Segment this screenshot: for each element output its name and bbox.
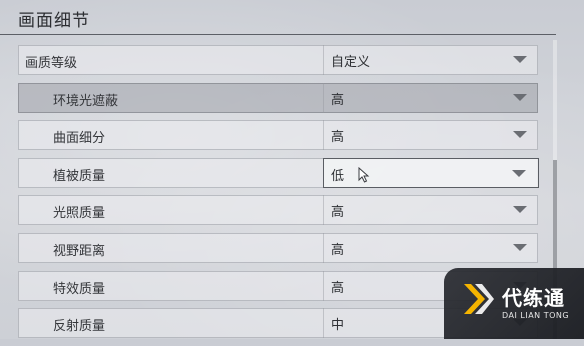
dropdown-value: 高 (331, 242, 345, 258)
chevron-down-icon[interactable] (512, 169, 526, 177)
chevron-down-icon[interactable] (513, 206, 527, 214)
tessellation-dropdown[interactable]: 高 (323, 120, 539, 151)
dropdown-value: 高 (331, 130, 345, 146)
setting-label: 曲面细分 (53, 131, 106, 147)
lighting-quality-dropdown[interactable]: 高 (323, 195, 539, 226)
chevron-down-icon[interactable] (513, 131, 527, 139)
view-distance-dropdown[interactable]: 高 (323, 232, 539, 263)
setting-label: 环境光遮蔽 (53, 93, 119, 109)
setting-row-vegetation-quality: 植被质量 低 (18, 157, 539, 188)
dailiantong-logo-icon (464, 284, 494, 314)
setting-label: 特效质量 (53, 281, 106, 297)
watermark-name-cn: 代练通 (502, 286, 565, 310)
setting-label: 反射质量 (53, 319, 106, 335)
dropdown-value: 中 (331, 318, 345, 334)
setting-label: 植被质量 (53, 168, 106, 184)
mouse-cursor-icon (358, 166, 370, 183)
setting-row-ambient-occlusion: 环境光遮蔽 高 (18, 82, 539, 113)
quality-level-dropdown[interactable]: 自定义 (323, 45, 539, 75)
dropdown-value: 自定义 (331, 55, 371, 70)
setting-label: 视野距离 (53, 243, 106, 259)
watermark: 代练通 DAI LIAN TONG (444, 268, 584, 339)
watermark-name-en: DAI LIAN TONG (502, 311, 570, 320)
setting-row-lighting-quality: 光照质量 高 (18, 195, 539, 226)
setting-row-tessellation: 曲面细分 高 (18, 120, 539, 151)
setting-label: 画质等级 (25, 56, 78, 71)
dropdown-value: 低 (331, 168, 345, 184)
dropdown-value: 高 (331, 280, 345, 296)
setting-label: 光照质量 (53, 206, 106, 222)
chevron-down-icon[interactable] (513, 93, 527, 101)
vegetation-quality-dropdown[interactable]: 低 (323, 157, 539, 188)
dropdown-value: 高 (331, 205, 345, 221)
ambient-occlusion-dropdown[interactable]: 高 (323, 82, 539, 113)
section-title: 画面细节 (18, 11, 90, 31)
chevron-down-icon[interactable] (513, 243, 527, 251)
chevron-down-icon[interactable] (513, 56, 527, 63)
dropdown-value: 高 (331, 92, 345, 108)
section-header: 画面细节 (0, 0, 556, 35)
setting-row-quality-level: 画质等级 自定义 (18, 45, 538, 75)
setting-row-view-distance: 视野距离 高 (18, 232, 539, 263)
